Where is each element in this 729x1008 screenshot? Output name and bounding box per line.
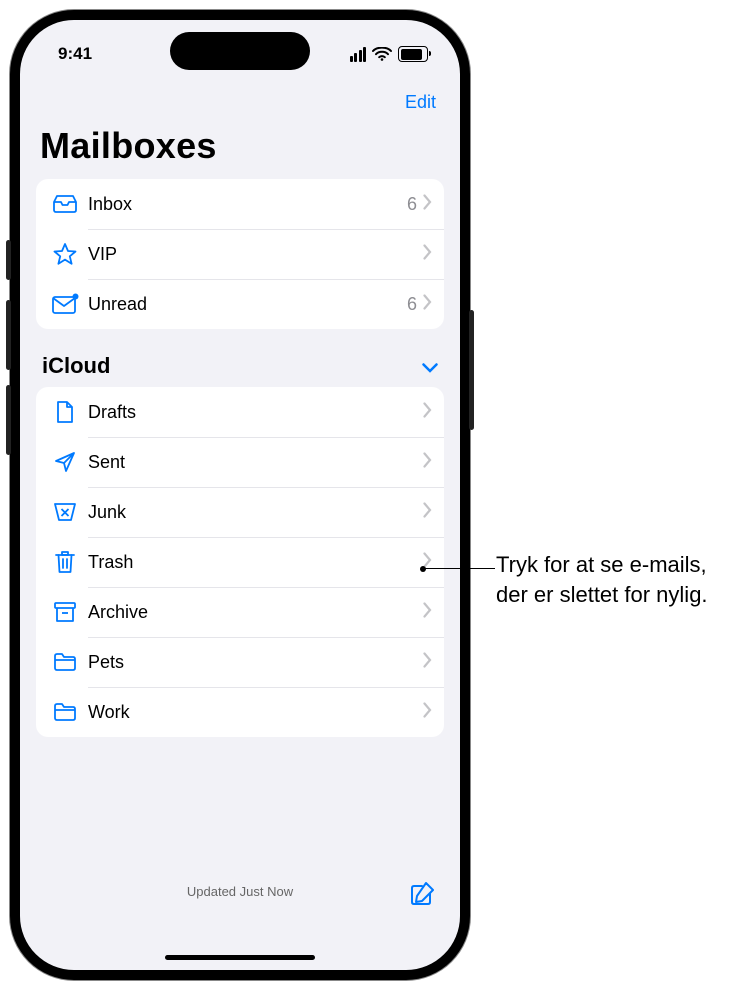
- chevron-right-icon: [423, 452, 432, 473]
- mailbox-trash[interactable]: Trash: [36, 537, 444, 587]
- mailbox-pets[interactable]: Pets: [36, 637, 444, 687]
- volume-up-button: [6, 300, 11, 370]
- mailbox-inbox[interactable]: Inbox 6: [36, 179, 444, 229]
- mailbox-junk[interactable]: Junk: [36, 487, 444, 537]
- mailbox-work[interactable]: Work: [36, 687, 444, 737]
- mailbox-label: Sent: [88, 452, 423, 473]
- mailbox-drafts[interactable]: Drafts: [36, 387, 444, 437]
- mailbox-label: Archive: [88, 602, 423, 623]
- side-button: [469, 310, 474, 430]
- phone-frame: 9:41 Edit Mailboxes: [10, 10, 470, 980]
- cellular-icon: [350, 47, 367, 62]
- chevron-right-icon: [423, 702, 432, 723]
- wifi-icon: [372, 47, 392, 61]
- section-header-icloud[interactable]: iCloud: [20, 329, 460, 387]
- page-title: Mailboxes: [20, 123, 460, 179]
- inbox-icon: [50, 194, 80, 214]
- chevron-right-icon: [423, 652, 432, 673]
- volume-down-button: [6, 385, 11, 455]
- folder-icon: [50, 702, 80, 722]
- callout-text: Tryk for at se e-mails, der er slettet f…: [496, 550, 716, 609]
- drafts-icon: [50, 400, 80, 424]
- mailbox-unread[interactable]: Unread 6: [36, 279, 444, 329]
- unread-icon: [50, 293, 80, 315]
- chevron-right-icon: [423, 294, 432, 315]
- mailbox-label: VIP: [88, 244, 417, 265]
- mailbox-label: Trash: [88, 552, 423, 573]
- screen: 9:41 Edit Mailboxes: [20, 20, 460, 970]
- battery-icon: [398, 46, 428, 62]
- nav-bar: Edit: [20, 82, 460, 123]
- mailbox-label: Work: [88, 702, 423, 723]
- mute-switch: [6, 240, 11, 280]
- dynamic-island: [170, 32, 310, 70]
- mailbox-count: 6: [407, 294, 417, 315]
- mailbox-label: Drafts: [88, 402, 423, 423]
- folder-icon: [50, 652, 80, 672]
- junk-icon: [50, 501, 80, 523]
- mailbox-vip[interactable]: VIP: [36, 229, 444, 279]
- chevron-right-icon: [423, 502, 432, 523]
- mailbox-label: Pets: [88, 652, 423, 673]
- mailbox-count: 6: [407, 194, 417, 215]
- home-indicator[interactable]: [165, 955, 315, 960]
- mailbox-label: Junk: [88, 502, 423, 523]
- chevron-right-icon: [423, 244, 432, 265]
- mailbox-label: Inbox: [88, 194, 407, 215]
- compose-button[interactable]: [408, 880, 436, 911]
- mailbox-sent[interactable]: Sent: [36, 437, 444, 487]
- section-title: iCloud: [42, 353, 110, 379]
- archive-icon: [50, 601, 80, 623]
- trash-icon: [50, 550, 80, 574]
- chevron-down-icon: [422, 353, 438, 379]
- mailbox-label: Unread: [88, 294, 407, 315]
- chevron-right-icon: [423, 194, 432, 215]
- update-status: Updated Just Now: [187, 884, 293, 899]
- edit-button[interactable]: Edit: [401, 88, 440, 117]
- icloud-mailboxes: Drafts Sent: [36, 387, 444, 737]
- chevron-right-icon: [423, 402, 432, 423]
- chevron-right-icon: [423, 602, 432, 623]
- star-icon: [50, 242, 80, 266]
- mailbox-archive[interactable]: Archive: [36, 587, 444, 637]
- status-time: 9:41: [58, 44, 92, 64]
- callout-leader-line: [423, 568, 495, 569]
- sent-icon: [50, 450, 80, 474]
- primary-mailboxes: Inbox 6 VIP: [36, 179, 444, 329]
